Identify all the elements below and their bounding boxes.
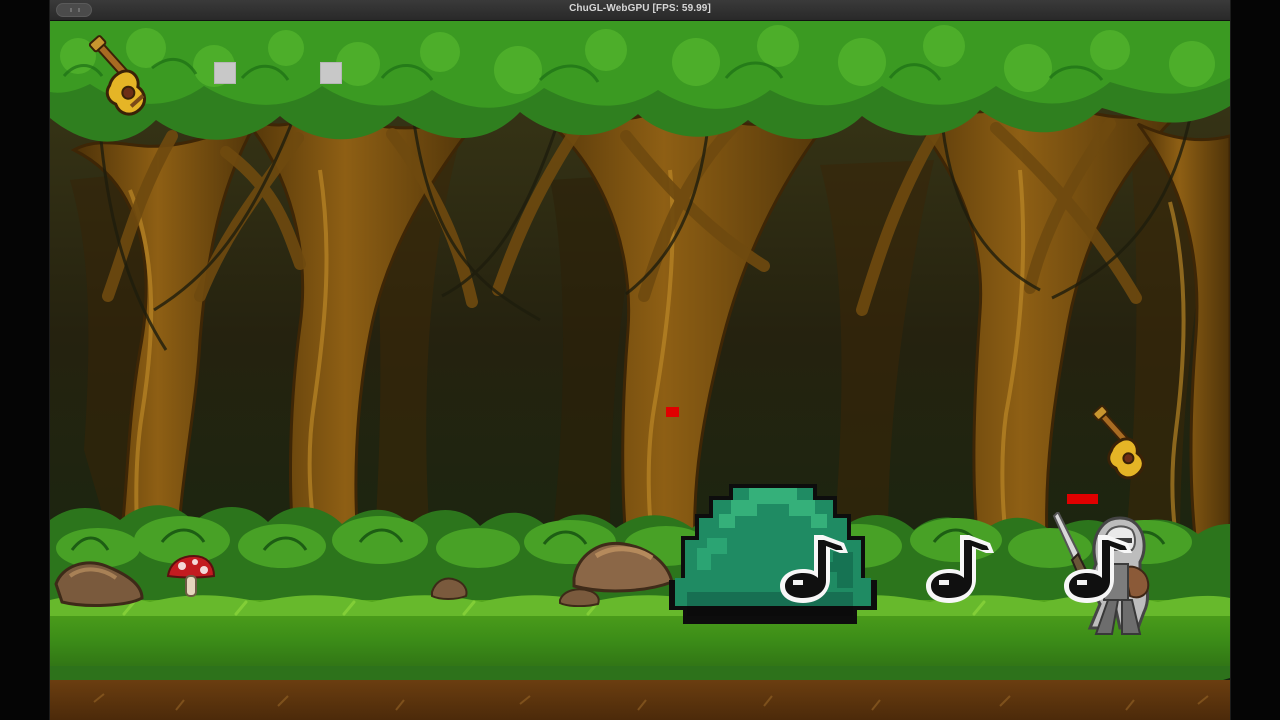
rock-icon xyxy=(431,577,468,600)
game-window: ChuGL-WebGPU [FPS: 59.99] xyxy=(50,0,1230,720)
music-note-icon xyxy=(926,535,994,603)
music-note-icon xyxy=(780,535,848,603)
red-marker xyxy=(666,407,679,417)
rock-icon xyxy=(572,541,674,593)
game-canvas[interactable] xyxy=(50,20,1230,720)
red-mushroom-icon xyxy=(166,554,216,597)
music-note-icon xyxy=(1064,535,1132,603)
guitar-icon xyxy=(88,35,147,116)
window-title: ChuGL-WebGPU [FPS: 59.99] xyxy=(569,3,711,14)
square-icon xyxy=(214,62,236,84)
rock-icon xyxy=(54,561,144,607)
window-titlebar: ChuGL-WebGPU [FPS: 59.99] xyxy=(50,0,1230,21)
health-bar xyxy=(1067,494,1098,504)
square-icon xyxy=(320,62,342,84)
guitar-icon[interactable] xyxy=(1080,403,1160,483)
